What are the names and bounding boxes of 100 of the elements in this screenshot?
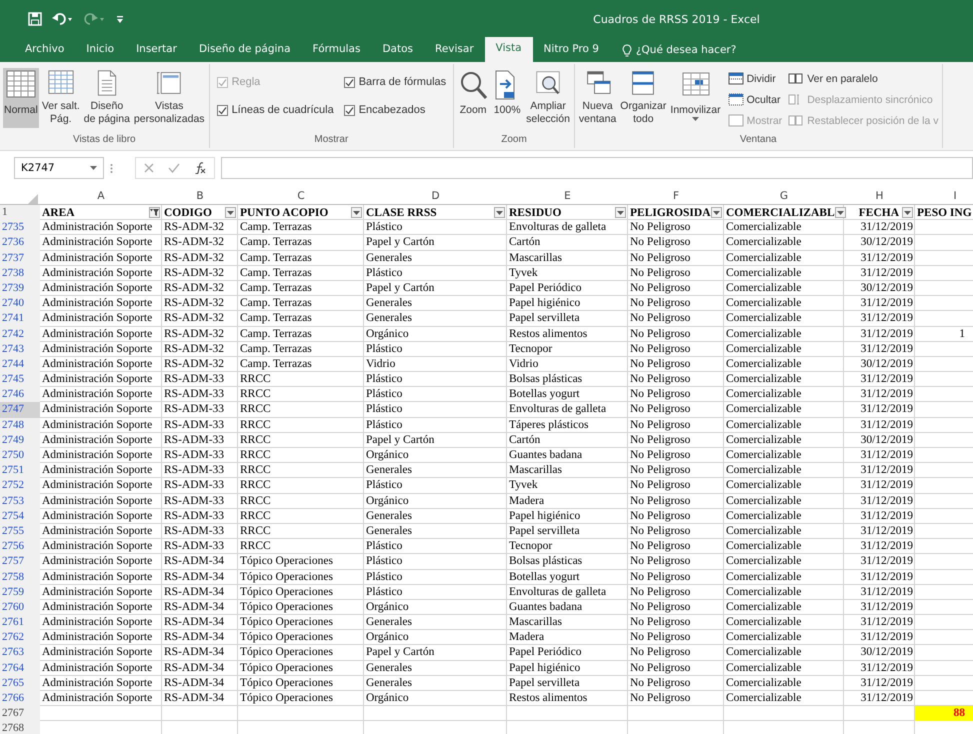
ribbon-button[interactable]: Ver en paralelo bbox=[788, 68, 939, 89]
filter-button[interactable] bbox=[351, 207, 362, 218]
row-header[interactable]: 2749 bbox=[0, 432, 40, 448]
ribbon-button[interactable]: Ampliar selección bbox=[525, 68, 571, 128]
row-header[interactable]: 1 bbox=[0, 205, 40, 220]
filter-button[interactable] bbox=[494, 207, 505, 218]
checkbox-label[interactable]: Barra de fórmulas bbox=[358, 76, 446, 88]
ribbon-button[interactable]: 100% bbox=[491, 68, 524, 128]
checkbox[interactable] bbox=[344, 104, 355, 116]
check-icon[interactable] bbox=[168, 163, 180, 173]
row-header[interactable]: 2737 bbox=[0, 250, 40, 266]
table-cell-text: RRCC bbox=[239, 402, 272, 418]
table-cell-text: Bolsas plásticas bbox=[508, 372, 584, 388]
ribbon-tab[interactable]: Diseño de página bbox=[188, 38, 302, 62]
ribbon-button[interactable]: Inmovilizar bbox=[669, 68, 722, 128]
ribbon-button[interactable]: Normal bbox=[3, 68, 39, 128]
row-header[interactable]: 2748 bbox=[0, 418, 40, 433]
row-header[interactable]: 2755 bbox=[0, 524, 40, 540]
checkbox-label[interactable]: Encabezados bbox=[358, 104, 426, 116]
column-header[interactable]: I bbox=[915, 188, 973, 205]
row-header[interactable]: 2740 bbox=[0, 296, 40, 312]
row-header[interactable]: 2759 bbox=[0, 584, 40, 600]
table-cell-text: No Peligroso bbox=[629, 660, 692, 676]
ribbon-tab[interactable]: Fórmulas bbox=[302, 38, 372, 62]
filter-button[interactable] bbox=[834, 207, 846, 218]
column-header[interactable]: D bbox=[364, 188, 507, 205]
row-header[interactable]: 2758 bbox=[0, 570, 40, 585]
ribbon-tab[interactable]: Inicio bbox=[75, 38, 126, 62]
row-header[interactable]: 2760 bbox=[0, 600, 40, 616]
column-header[interactable]: E bbox=[507, 188, 628, 205]
row-header[interactable]: 2762 bbox=[0, 630, 40, 646]
filter-button[interactable] bbox=[711, 207, 722, 218]
ribbon-tab[interactable]: Vista bbox=[484, 37, 533, 62]
row-header[interactable]: 2752 bbox=[0, 478, 40, 494]
caret-icon bbox=[496, 210, 503, 215]
row-header[interactable]: 2754 bbox=[0, 508, 40, 524]
row-header[interactable]: 2739 bbox=[0, 280, 40, 296]
ribbon-tab[interactable]: Insertar bbox=[125, 38, 188, 62]
table-cell-text: 31/12/2019 bbox=[860, 494, 914, 509]
ribbon-tab[interactable]: Archivo bbox=[14, 38, 76, 62]
ribbon-tab[interactable]: Nitro Pro 9 bbox=[532, 38, 610, 62]
row-header[interactable]: 2761 bbox=[0, 615, 40, 630]
row-header[interactable]: 2746 bbox=[0, 387, 40, 402]
filter-button[interactable] bbox=[902, 207, 913, 218]
table-cell-text: Comercializable bbox=[725, 372, 802, 388]
row-header[interactable]: 2764 bbox=[0, 660, 40, 676]
save-icon[interactable] bbox=[28, 12, 42, 26]
formula-field[interactable] bbox=[221, 157, 973, 179]
checkbox-label[interactable]: Líneas de cuadrícula bbox=[232, 104, 334, 116]
row-header[interactable]: 2747 bbox=[0, 402, 40, 418]
customize-icon[interactable] bbox=[116, 14, 124, 24]
table-cell-text: Comercializable bbox=[725, 448, 802, 463]
row-header[interactable]: 2765 bbox=[0, 676, 40, 691]
row-header[interactable]: 2766 bbox=[0, 691, 40, 706]
row-header[interactable]: 2738 bbox=[0, 266, 40, 281]
ribbon-button[interactable]: Ocultar bbox=[728, 89, 782, 110]
row-header[interactable]: 2767 bbox=[0, 706, 40, 722]
column-header[interactable]: F bbox=[628, 188, 724, 205]
table-cell-text: Cartón bbox=[508, 235, 542, 250]
row-header[interactable]: 2735 bbox=[0, 220, 40, 236]
lightbulb-icon[interactable] bbox=[622, 44, 632, 56]
table-cell-text: Tópico Operaciones bbox=[239, 660, 334, 676]
row-header[interactable]: 2744 bbox=[0, 356, 40, 372]
column-header[interactable]: G bbox=[724, 188, 844, 205]
undo-icon[interactable] bbox=[52, 12, 74, 26]
ribbon-button[interactable]: Organizar todo bbox=[619, 68, 668, 128]
row-header[interactable]: 2736 bbox=[0, 235, 40, 251]
table-cell-text: Tópico Operaciones bbox=[239, 630, 334, 646]
row-header[interactable]: 2753 bbox=[0, 494, 40, 509]
column-header[interactable]: A bbox=[40, 188, 162, 205]
ribbon-button[interactable]: Zoom bbox=[457, 68, 490, 128]
checkbox[interactable] bbox=[216, 104, 228, 116]
ribbon-button[interactable]: Nueva ventana bbox=[578, 68, 618, 128]
row-header[interactable]: 2741 bbox=[0, 311, 40, 326]
ribbon-tab[interactable]: Datos bbox=[371, 38, 424, 62]
ribbon-button[interactable]: Dividir bbox=[728, 68, 782, 89]
checkbox[interactable] bbox=[344, 76, 355, 88]
column-header[interactable]: C bbox=[238, 188, 364, 205]
name-box[interactable]: K2747 bbox=[14, 157, 104, 179]
filter-button[interactable] bbox=[615, 207, 626, 218]
row-header[interactable]: 2763 bbox=[0, 645, 40, 661]
function-icon[interactable] bbox=[194, 162, 206, 174]
row-header[interactable]: 2750 bbox=[0, 448, 40, 464]
tell-me-search[interactable]: ¿Qué desea hacer? bbox=[636, 39, 736, 61]
ribbon-button[interactable]: Diseño de página bbox=[82, 68, 131, 128]
row-header[interactable]: 2751 bbox=[0, 463, 40, 478]
ribbon-tab[interactable]: Revisar bbox=[424, 38, 485, 62]
ribbon-button[interactable]: Ver salt. Pág. bbox=[40, 68, 81, 128]
row-header[interactable]: 2742 bbox=[0, 326, 40, 342]
filter-button[interactable] bbox=[149, 207, 160, 218]
ribbon-button[interactable]: Vistas personalizadas bbox=[132, 68, 206, 128]
row-header[interactable]: 2743 bbox=[0, 342, 40, 357]
column-header[interactable]: B bbox=[162, 188, 238, 205]
row-header[interactable]: 2745 bbox=[0, 372, 40, 388]
filter-button[interactable] bbox=[225, 207, 236, 218]
row-header[interactable]: 2768 bbox=[0, 721, 40, 734]
row-header[interactable]: 2756 bbox=[0, 539, 40, 554]
row-header[interactable]: 2757 bbox=[0, 554, 40, 570]
table-cell-text: Comercializable bbox=[725, 539, 802, 554]
column-header[interactable]: H bbox=[844, 188, 915, 205]
